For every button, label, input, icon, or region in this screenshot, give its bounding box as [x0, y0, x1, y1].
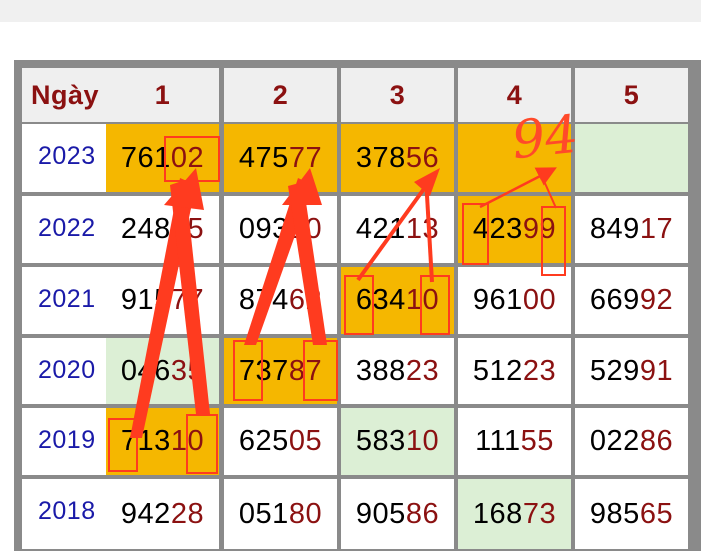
highlight-box	[420, 275, 450, 335]
result-cell: 421 13	[341, 196, 454, 263]
result-tail: 91	[639, 354, 674, 387]
result-tail: 65	[639, 497, 674, 530]
result-cell: 248 15	[106, 196, 219, 263]
highlight-box	[186, 414, 218, 474]
result-tail: 92	[639, 284, 674, 316]
header-col-3: 3	[341, 68, 454, 122]
result-tail: 62	[288, 284, 323, 316]
result-cell: 905 86	[341, 479, 454, 549]
year-link[interactable]: 2019	[22, 408, 108, 475]
result-head: 475	[238, 141, 289, 174]
result-head: 378	[355, 141, 406, 174]
handwritten-note: 94	[509, 104, 582, 172]
result-cell: 378 56	[341, 124, 454, 192]
result-head: 051	[238, 497, 289, 530]
result-head: 874	[238, 284, 289, 316]
result-cell: 022 86	[575, 408, 688, 475]
result-tail: 23	[522, 354, 557, 387]
result-cell: 961 00	[458, 267, 571, 334]
header-col-1: 1	[106, 68, 219, 122]
result-head: 248	[120, 213, 171, 245]
result-head: 512	[472, 354, 523, 387]
result-head: 625	[238, 425, 289, 457]
result-head: 388	[355, 354, 406, 387]
result-tail: 23	[405, 354, 440, 387]
result-head: 583	[355, 425, 406, 457]
header-col-5: 5	[575, 68, 688, 122]
highlight-box	[164, 136, 220, 182]
result-tail: 86	[639, 425, 674, 457]
result-head: 915	[120, 284, 171, 316]
result-head: 961	[472, 284, 523, 316]
result-tail: 10	[288, 213, 323, 245]
result-cell: 942 28	[106, 479, 219, 549]
header-col-2: 2	[224, 68, 337, 122]
result-head: 093	[238, 213, 289, 245]
result-cell: 388 23	[341, 338, 454, 404]
highlight-box	[344, 275, 374, 335]
year-link[interactable]: 2021	[22, 267, 108, 334]
result-head: 168	[472, 497, 523, 530]
result-cell: 583 10	[341, 408, 454, 475]
result-tail: 56	[405, 141, 440, 174]
result-cell	[575, 124, 688, 192]
result-head: 421	[355, 213, 406, 245]
result-head: 905	[355, 497, 406, 530]
result-cell: 669 92	[575, 267, 688, 334]
result-tail: 17	[639, 213, 674, 245]
result-cell: 046 35	[106, 338, 219, 404]
result-tail: 35	[170, 354, 205, 387]
result-head: 046	[120, 354, 171, 387]
result-cell: 111 55	[458, 408, 571, 475]
highlight-box	[108, 418, 138, 472]
result-cell: 529 91	[575, 338, 688, 404]
year-link[interactable]: 2020	[22, 338, 108, 404]
result-head: 849	[589, 213, 640, 245]
result-tail: 00	[522, 284, 557, 316]
result-tail: 10	[405, 425, 440, 457]
result-tail: 13	[405, 213, 440, 245]
result-head: 529	[589, 354, 640, 387]
result-cell: 985 65	[575, 479, 688, 549]
result-cell: 915 77	[106, 267, 219, 334]
result-cell: 475 77	[224, 124, 337, 192]
year-link[interactable]: 2022	[22, 196, 108, 263]
result-tail: 28	[170, 497, 205, 530]
result-cell: 168 73	[458, 479, 571, 549]
result-head: 985	[589, 497, 640, 530]
result-head: 111	[475, 425, 521, 457]
header-date: Ngày	[22, 68, 108, 122]
result-cell: 849 17	[575, 196, 688, 263]
year-link[interactable]: 2018	[22, 479, 108, 549]
top-bar	[0, 0, 701, 22]
result-cell: 051 80	[224, 479, 337, 549]
result-tail: 73	[522, 497, 557, 530]
result-tail: 15	[170, 213, 205, 245]
result-tail: 86	[405, 497, 440, 530]
highlight-box	[462, 203, 489, 265]
highlight-box	[303, 340, 338, 401]
result-head: 669	[589, 284, 640, 316]
highlight-box	[233, 340, 263, 401]
result-cell: 512 23	[458, 338, 571, 404]
result-head: 942	[120, 497, 171, 530]
result-cell: 093 10	[224, 196, 337, 263]
result-cell: 625 05	[224, 408, 337, 475]
result-tail: 80	[288, 497, 323, 530]
year-link[interactable]: 2023	[22, 124, 108, 192]
result-tail: 77	[170, 284, 205, 316]
result-cell: 874 62	[224, 267, 337, 334]
result-tail: 05	[288, 425, 323, 457]
result-head: 022	[589, 425, 640, 457]
result-tail: 55	[520, 425, 554, 457]
result-tail: 77	[288, 141, 323, 174]
highlight-box	[541, 206, 566, 276]
